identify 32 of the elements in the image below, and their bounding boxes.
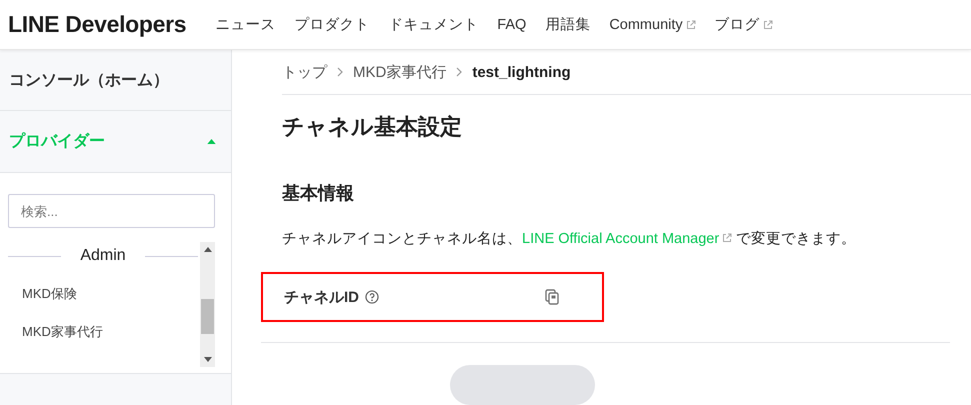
sidebar-item[interactable]: コンソール（ホーム） [9,70,169,90]
nav-link[interactable]: 用語集 [545,15,590,34]
list-item[interactable]: MKD保険 [22,285,77,303]
help-icon[interactable] [365,290,379,304]
nav-link[interactable]: FAQ [497,16,526,32]
list-item[interactable]: MKD家事代行 [22,323,103,341]
chevron-icon [456,67,462,77]
section-heading: 基本情報 [282,182,355,205]
external-link-icon [722,233,732,243]
nav-link[interactable]: プロダクト [294,15,370,34]
page-title: チャネル基本設定 [282,113,463,141]
logo[interactable]: LINE Developers [8,11,186,38]
nav-link[interactable]: Community [609,16,683,32]
chevron-icon [337,67,343,77]
copy-icon[interactable] [545,289,559,305]
external-link-icon [762,20,773,30]
breadcrumb-link[interactable]: トップ [282,62,327,82]
scroll-up-icon[interactable] [204,247,212,252]
nav-link[interactable]: ドキュメント [388,15,478,34]
description-text: チャネルアイコンとチャネル名は、LINE Official Account Manager で変更できます。 [282,230,858,248]
breadcrumb-link[interactable]: MKD家事代行 [353,62,446,82]
search-field[interactable]: 検索... [8,194,215,228]
nav-link[interactable]: ブログ [714,15,760,34]
channel-icon [450,365,595,405]
scrollbar[interactable] [200,242,215,367]
breadcrumb-current: test_lightning [472,64,571,80]
scroll-down-icon[interactable] [204,357,212,362]
scroll-thumb[interactable] [201,299,214,334]
group-label: Admin [80,247,126,265]
external-link-icon [686,20,696,30]
nav-link[interactable]: ニュース [215,15,276,34]
field-label: チャネルID [284,288,359,306]
